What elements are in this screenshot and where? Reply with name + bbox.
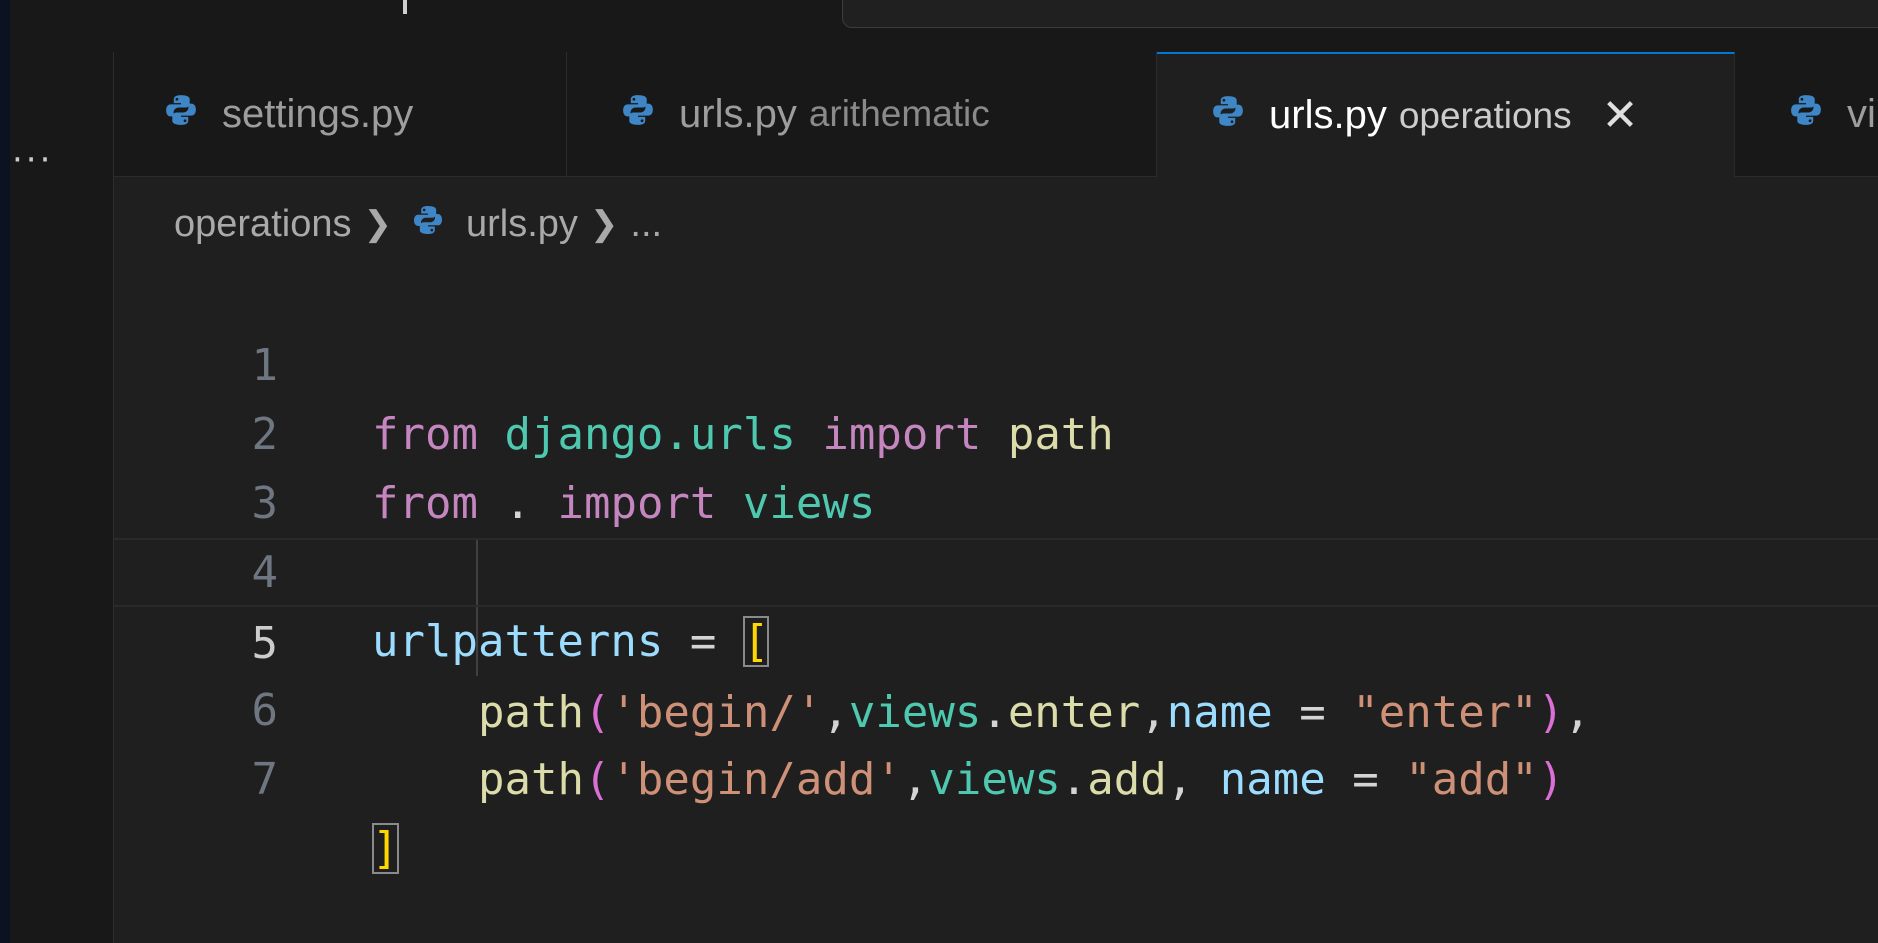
tab-label: urls.py bbox=[679, 91, 797, 136]
code-line[interactable]: 6 path('begin/add',views.add, name = "ad… bbox=[114, 607, 1878, 805]
editor-tabs: settings.py urls.py arithematic urls.py … bbox=[114, 52, 1878, 177]
tab-label: settings.py bbox=[222, 91, 414, 136]
breadcrumb-folder[interactable]: operations bbox=[174, 203, 351, 246]
code-line[interactable]: 7 ] bbox=[114, 676, 1878, 874]
title-bar bbox=[10, 0, 1878, 53]
python-file-icon bbox=[164, 92, 198, 137]
code-line[interactable]: 1 from django.urls import path bbox=[114, 262, 1878, 460]
close-tab-icon[interactable]: ✕ bbox=[1602, 93, 1639, 138]
tab-settings-py[interactable]: settings.py bbox=[114, 52, 567, 176]
code-line[interactable]: 3 bbox=[114, 400, 1878, 529]
tab-label: vi bbox=[1847, 91, 1876, 136]
code-line-current[interactable]: 5 path('begin/',views.enter,name = "ente… bbox=[114, 538, 1878, 738]
code-content: ] bbox=[372, 823, 399, 874]
python-file-icon bbox=[1211, 93, 1245, 138]
tab-views-py[interactable]: vi bbox=[1735, 52, 1878, 176]
python-file-icon bbox=[1789, 92, 1823, 137]
python-file-icon bbox=[621, 92, 655, 137]
line-number: 7 bbox=[251, 754, 279, 805]
tab-urls-py-arithematic[interactable]: urls.py arithematic bbox=[567, 52, 1157, 176]
chevron-right-icon: ❯ bbox=[589, 205, 619, 243]
code-line[interactable]: 2 from . import views bbox=[114, 331, 1878, 529]
more-actions-icon[interactable]: ··· bbox=[12, 143, 53, 177]
code-editor[interactable]: 1 from django.urls import path 2 from . … bbox=[114, 262, 1878, 943]
title-bar-item[interactable] bbox=[403, 0, 407, 14]
tab-urls-py-operations[interactable]: urls.py operations ✕ bbox=[1157, 52, 1735, 177]
python-file-icon bbox=[412, 203, 444, 246]
side-bar-edge: ··· bbox=[10, 52, 114, 943]
breadcrumb-symbol[interactable]: ... bbox=[630, 203, 662, 246]
tab-label: urls.py bbox=[1269, 93, 1387, 137]
command-center-search[interactable] bbox=[842, 0, 1878, 28]
code-line[interactable]: 4 urlpatterns = [ bbox=[114, 469, 1878, 667]
chevron-right-icon: ❯ bbox=[363, 205, 392, 243]
breadcrumb: operations ❯ urls.py ❯ ... bbox=[174, 196, 662, 252]
tab-description: arithematic bbox=[808, 93, 990, 134]
vscode-window: ··· settings.py urls.py arithematic urls… bbox=[10, 0, 1878, 943]
code-content: path('begin/add',views.add, name = "add"… bbox=[477, 754, 1565, 805]
breadcrumb-file[interactable]: urls.py bbox=[466, 203, 578, 246]
tab-description: operations bbox=[1398, 94, 1572, 136]
